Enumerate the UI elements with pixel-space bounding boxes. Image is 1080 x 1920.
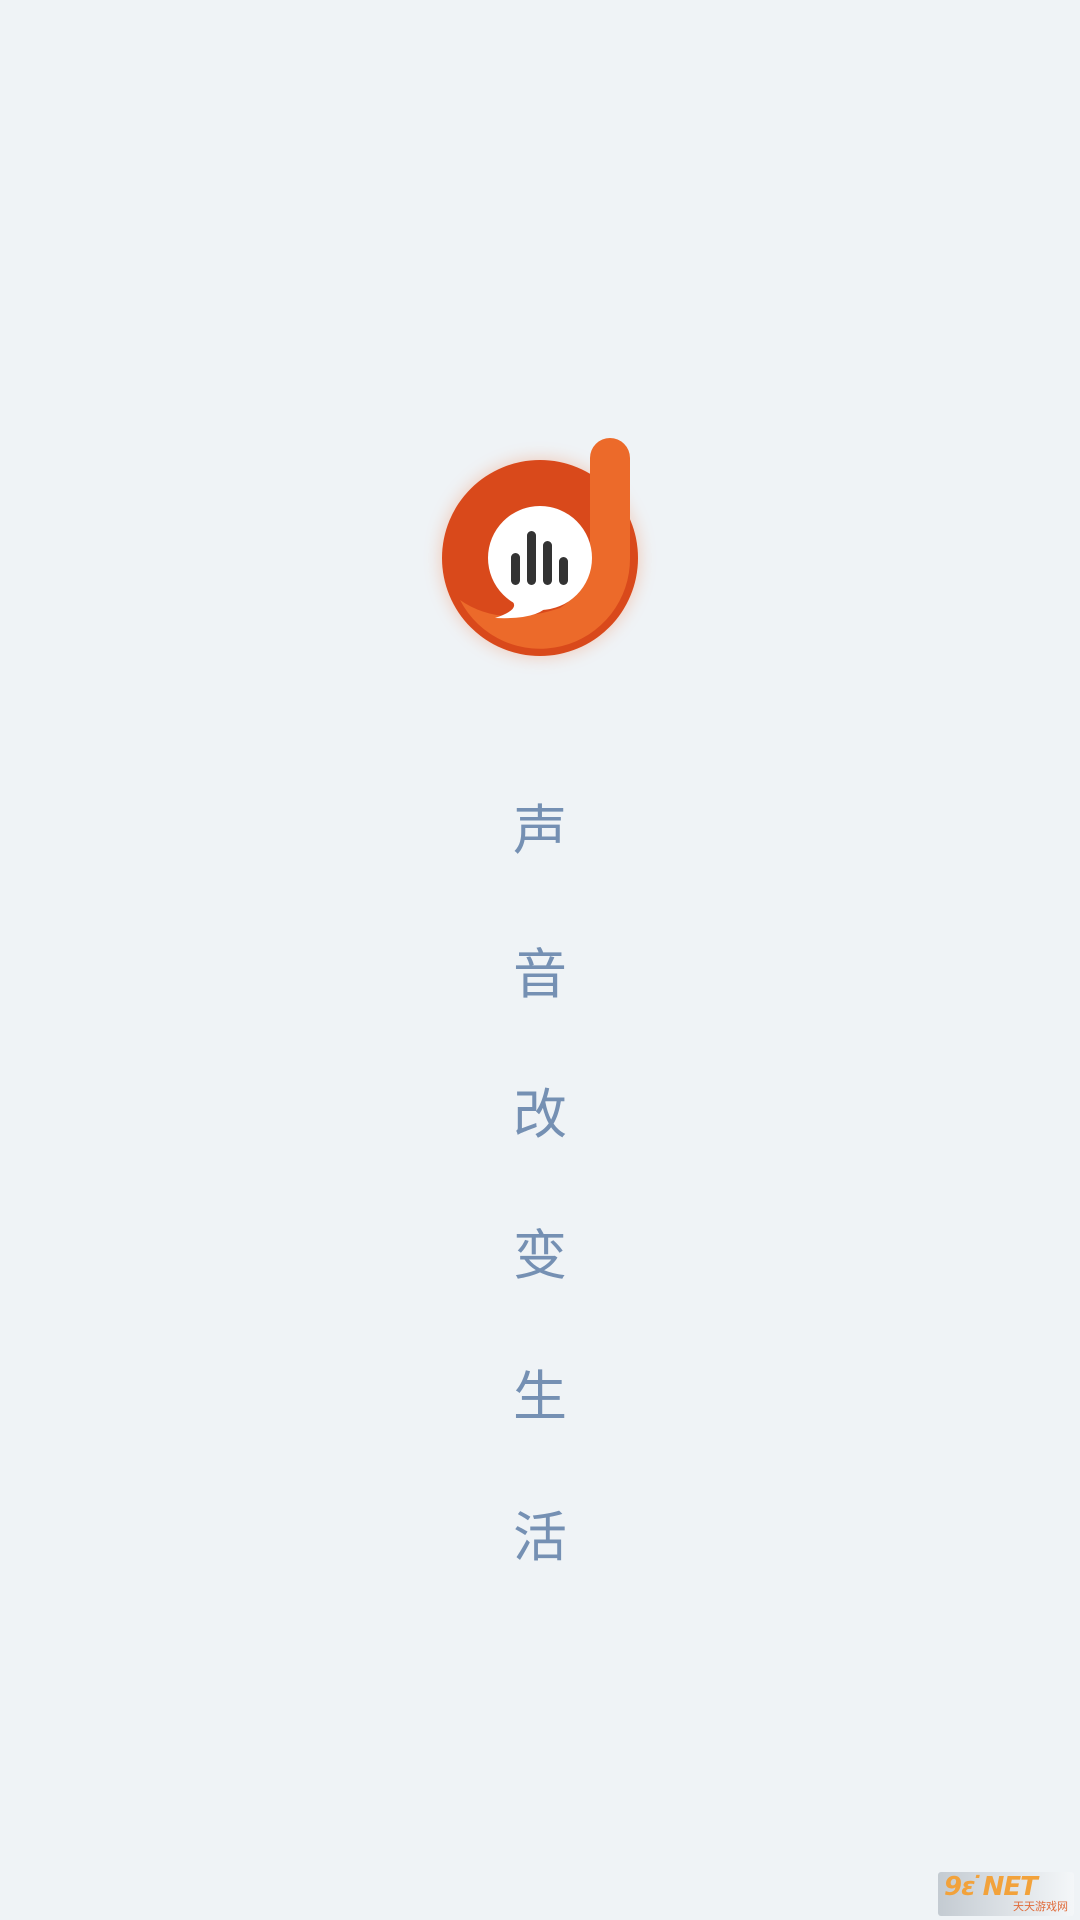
watermark-logo: 9ɛ͘ NET [944,1872,1038,1902]
watermark-text: 天天游戏网 [1013,1900,1068,1913]
slogan-char: 活 [513,1506,567,1569]
slogan-char: 声 [513,799,567,862]
slogan-vertical: 声 音 改 变 生 活 [0,0,1080,1920]
voice-bubble-logo-icon [440,438,640,658]
slogan-char: 变 [513,1224,567,1287]
watermark: 9ɛ͘ NET 天天游戏网 [938,1872,1074,1916]
slogan-char: 生 [513,1365,567,1428]
app-logo [430,438,650,668]
splash-screen: 声 音 改 变 生 活 9ɛ͘ NET 天天游戏网 [0,0,1080,1920]
slogan-char: 音 [513,943,567,1006]
slogan-char: 改 [513,1083,567,1146]
